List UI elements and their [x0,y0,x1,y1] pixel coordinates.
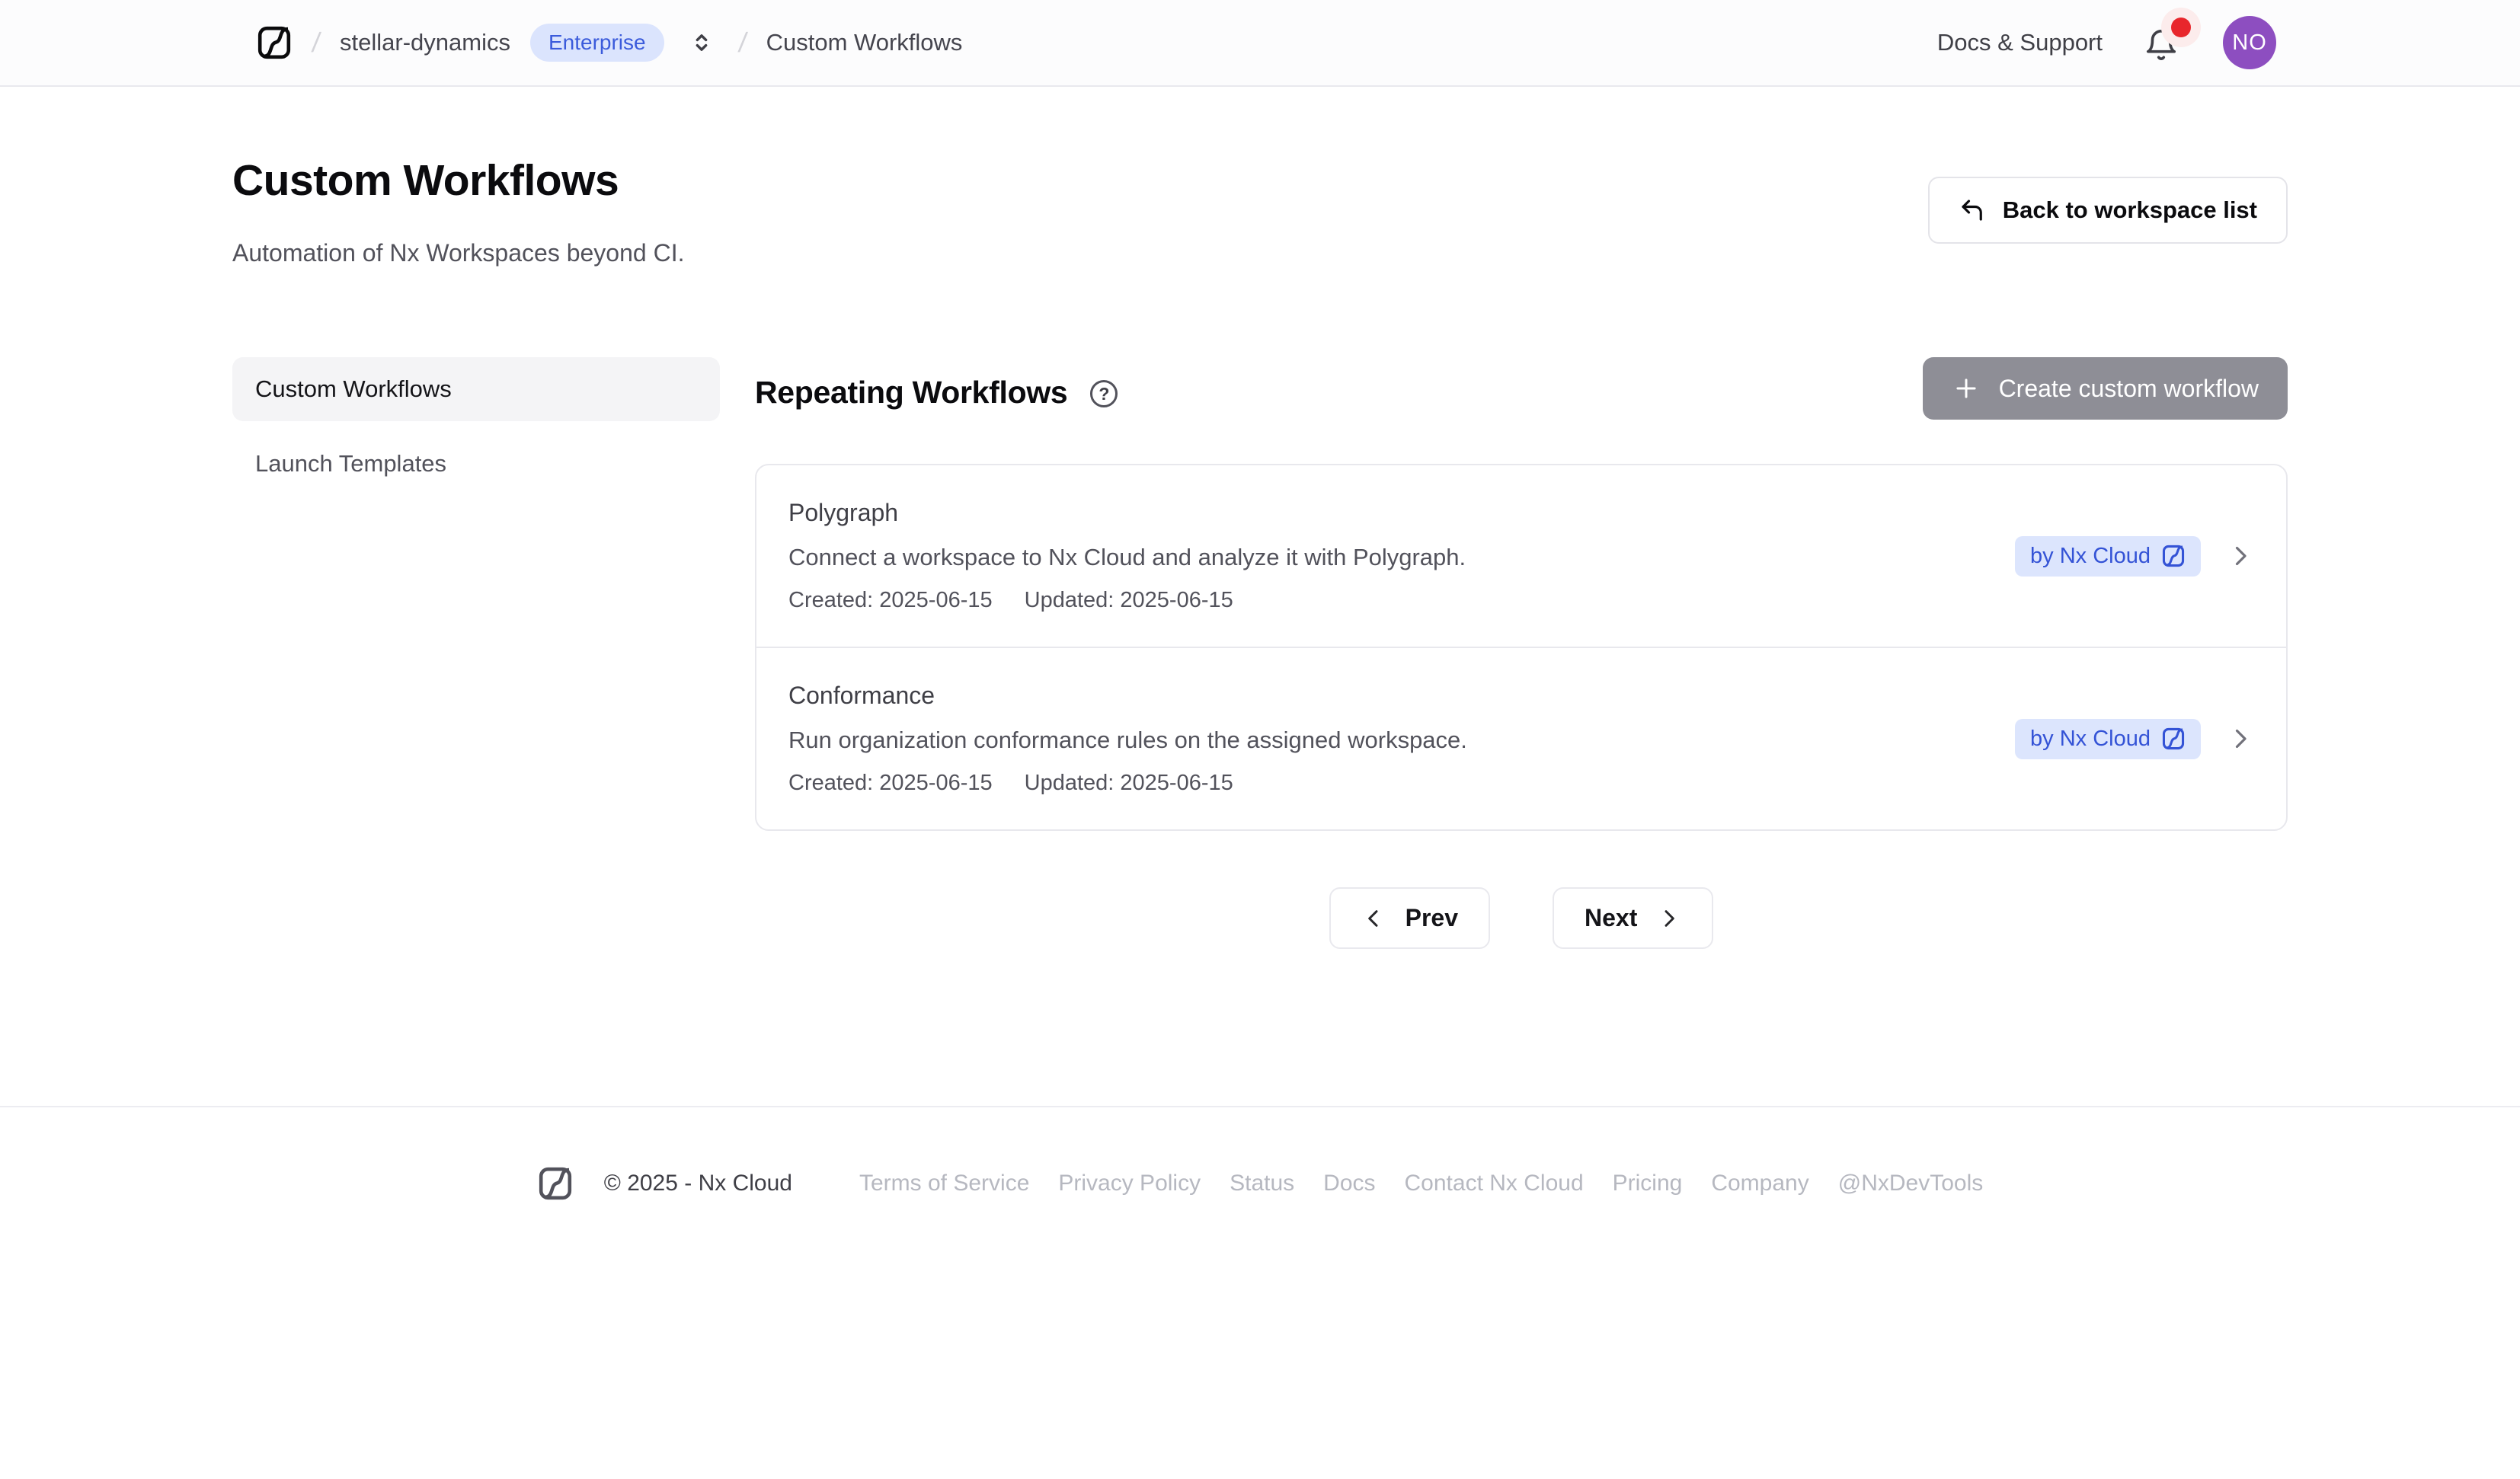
back-button-label: Back to workspace list [2003,196,2257,224]
notifications-button[interactable] [2144,24,2182,62]
sidebar-item-custom-workflows[interactable]: Custom Workflows [232,357,720,421]
next-label: Next [1585,904,1637,932]
nx-cloud-logo-icon[interactable] [256,24,293,61]
workspace-switcher-icon[interactable] [689,30,715,56]
back-to-workspace-list-button[interactable]: Back to workspace list [1928,177,2288,244]
breadcrumb: / stellar-dynamics Enterprise / Custom W… [256,24,962,62]
footer-link-status[interactable]: Status [1230,1171,1294,1196]
chevron-right-icon [1657,906,1681,931]
breadcrumb-separator: / [310,27,322,59]
repeating-workflows-section: Repeating Workflows ? Create custom work… [755,357,2288,949]
main-content: Custom Workflows Automation of Nx Worksp… [232,87,2288,1106]
chevron-right-icon [2227,542,2254,570]
footer-link-privacy[interactable]: Privacy Policy [1058,1171,1201,1196]
nx-logo-icon [2161,727,2186,751]
return-arrow-icon [1959,196,1986,224]
notification-dot [2171,18,2191,37]
nx-logo-icon [2161,544,2186,568]
settings-sidebar: Custom Workflows Launch Templates [232,357,720,949]
footer-link-pricing[interactable]: Pricing [1613,1171,1683,1196]
workflow-row-polygraph[interactable]: Polygraph Connect a workspace to Nx Clou… [756,465,2286,647]
workflow-list: Polygraph Connect a workspace to Nx Clou… [755,464,2288,831]
workflow-description: Run organization conformance rules on th… [788,727,2015,754]
page-title: Custom Workflows [232,155,684,206]
workflow-created: Created: 2025-06-15 [788,771,993,796]
by-nx-cloud-badge[interactable]: by Nx Cloud [2015,719,2201,759]
workflow-created: Created: 2025-06-15 [788,588,993,613]
badge-label: by Nx Cloud [2030,727,2151,752]
pagination: Prev Next [755,887,2288,949]
create-custom-workflow-button[interactable]: Create custom workflow [1923,357,2288,420]
page-footer: © 2025 - Nx Cloud Terms of Service Priva… [0,1106,2520,1202]
footer-link-docs[interactable]: Docs [1323,1171,1375,1196]
top-navigation-bar: / stellar-dynamics Enterprise / Custom W… [0,0,2520,87]
copyright-text: © 2025 - Nx Cloud [604,1171,792,1196]
page-subtitle: Automation of Nx Workspaces beyond CI. [232,239,684,267]
footer-link-company[interactable]: Company [1711,1171,1808,1196]
user-avatar[interactable]: NO [2223,16,2276,69]
breadcrumb-separator: / [737,27,749,59]
by-nx-cloud-badge[interactable]: by Nx Cloud [2015,536,2201,577]
workflow-description: Connect a workspace to Nx Cloud and anal… [788,544,2015,571]
prev-page-button[interactable]: Prev [1329,887,1490,949]
workflow-name: Polygraph [788,499,2015,527]
create-button-label: Create custom workflow [1999,375,2259,403]
sidebar-item-launch-templates[interactable]: Launch Templates [232,432,720,496]
workflow-updated: Updated: 2025-06-15 [1025,588,1233,613]
breadcrumb-current-page[interactable]: Custom Workflows [766,29,963,56]
footer-link-contact[interactable]: Contact Nx Cloud [1405,1171,1584,1196]
help-icon[interactable]: ? [1090,380,1118,407]
enterprise-plan-badge: Enterprise [530,24,664,62]
workflow-row-conformance[interactable]: Conformance Run organization conformance… [756,647,2286,829]
badge-label: by Nx Cloud [2030,544,2151,569]
breadcrumb-workspace[interactable]: stellar-dynamics [340,29,510,56]
nx-cloud-footer-logo-icon [537,1165,574,1202]
workflow-name: Conformance [788,682,2015,710]
next-page-button[interactable]: Next [1553,887,1713,949]
prev-label: Prev [1406,904,1458,932]
section-heading: Repeating Workflows [755,375,1067,410]
footer-link-terms[interactable]: Terms of Service [859,1171,1029,1196]
footer-link-nxdevtools[interactable]: @NxDevTools [1838,1171,1984,1196]
workflow-updated: Updated: 2025-06-15 [1025,771,1233,796]
footer-links: Terms of Service Privacy Policy Status D… [859,1171,1983,1196]
docs-support-link[interactable]: Docs & Support [1937,29,2103,56]
plus-icon [1952,374,1981,403]
chevron-right-icon [2227,725,2254,752]
chevron-left-icon [1361,906,1386,931]
